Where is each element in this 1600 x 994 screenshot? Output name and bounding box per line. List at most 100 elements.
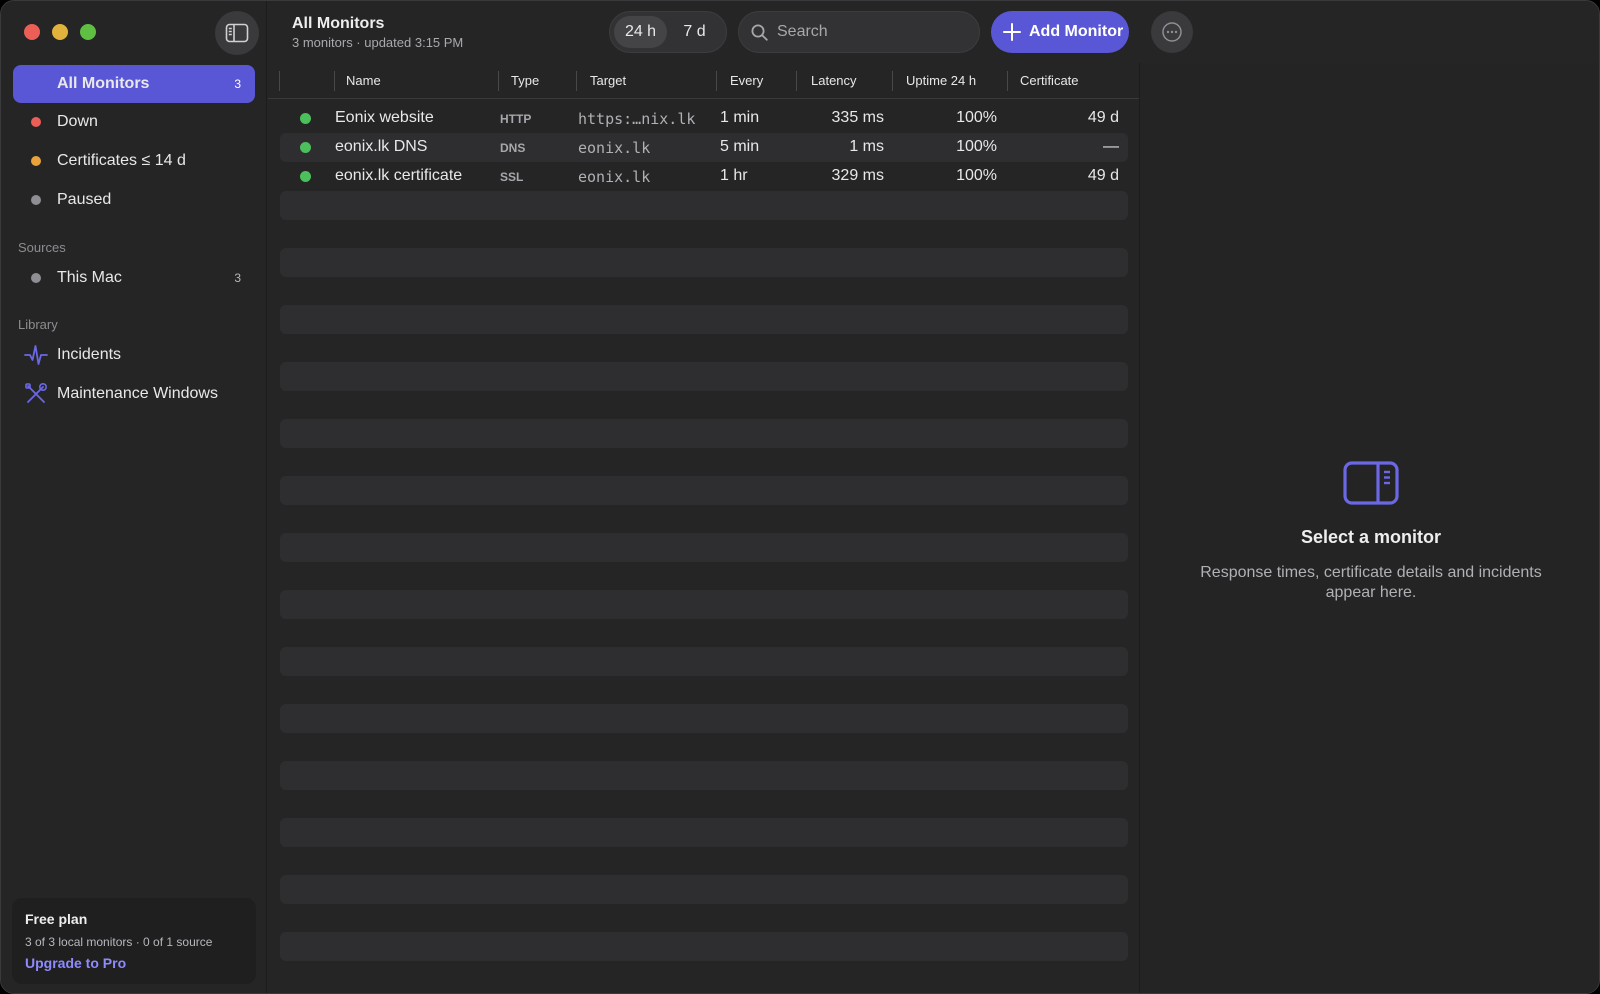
sidebar-item-label: All Monitors [57,75,150,92]
empty-row-stripe [280,647,1128,676]
empty-row-stripe [280,932,1128,961]
empty-row-stripe [280,419,1128,448]
search-icon [751,24,768,41]
detail-pane: Select a monitor Response times, certifi… [1139,63,1599,993]
cell-target: eonix.lk [578,139,651,157]
sources-heading: Sources [18,240,66,255]
empty-row-stripe [280,704,1128,733]
cell-uptime: 100% [956,138,997,155]
sidebar-item-count: 3 [234,271,241,285]
close-window-button[interactable] [24,24,40,40]
column-separator [279,71,280,91]
empty-row-stripe [280,476,1128,505]
empty-row-stripe [280,761,1128,790]
cell-uptime: 100% [956,167,997,184]
sidebar-item-label: Certificates ≤ 14 d [57,152,186,169]
page-title: All Monitors [292,15,385,32]
search-input[interactable] [777,12,973,52]
column-separator [1007,71,1008,91]
sidebar-item-count: 3 [234,77,241,91]
table-row[interactable]: Eonix website HTTP https:…nix.lk 1 min 3… [280,104,1128,133]
sidebar: All Monitors 3 Down Certificates ≤ 14 d … [1,1,267,993]
column-header-target[interactable]: Target [590,73,626,88]
sidebar-item-maintenance-windows[interactable]: Maintenance Windows [13,375,255,413]
cell-certificate: — [1103,138,1119,155]
cell-latency: 1 ms [849,138,884,155]
column-separator [892,71,893,91]
status-dot-gray [31,273,41,283]
status-dot-gray [31,195,41,205]
column-header-type[interactable]: Type [511,73,539,88]
table-row[interactable]: eonix.lk DNS DNS eonix.lk 5 min 1 ms 100… [280,133,1128,162]
cell-type: DNS [500,141,526,155]
inspector-panel-icon [1343,461,1399,505]
status-dot-up [300,142,311,153]
cell-latency: 335 ms [831,109,884,126]
column-separator [576,71,577,91]
column-separator [498,71,499,91]
page-subtitle: 3 monitors · updated 3:15 PM [292,35,464,50]
window-controls [24,24,96,40]
sidebar-icon [225,23,249,43]
sidebar-item-label: Down [57,113,98,130]
column-header-uptime[interactable]: Uptime 24 h [906,73,976,88]
sidebar-item-all-monitors[interactable]: All Monitors 3 [13,65,255,103]
monitors-table: Name Type Target Every Latency Uptime 24… [268,63,1139,993]
column-header-certificate[interactable]: Certificate [1020,73,1079,88]
toggle-sidebar-button[interactable] [215,11,259,55]
empty-state-description: Response times, certificate details and … [1200,564,1542,601]
sidebar-item-incidents[interactable]: Incidents [13,336,255,374]
cell-every: 5 min [720,138,760,155]
sidebar-item-certificates[interactable]: Certificates ≤ 14 d [13,142,255,180]
range-24h-button[interactable]: 24 h [614,16,668,48]
status-dot-orange [31,156,41,166]
more-options-button[interactable] [1151,11,1193,53]
empty-row-stripe [280,248,1128,277]
maximize-window-button[interactable] [80,24,96,40]
plan-title: Free plan [25,911,88,927]
empty-row-stripe [280,533,1128,562]
cell-every: 1 hr [720,167,748,184]
app-window: All Monitors 3 Down Certificates ≤ 14 d … [0,0,1600,994]
column-header-latency[interactable]: Latency [811,73,857,88]
table-row[interactable]: eonix.lk certificate SSL eonix.lk 1 hr 3… [280,162,1128,191]
table-header: Name Type Target Every Latency Uptime 24… [268,63,1139,99]
column-header-every[interactable]: Every [730,73,763,88]
sidebar-item-label: This Mac [57,269,122,286]
empty-row-stripe [280,590,1128,619]
waveform-icon [24,345,48,365]
column-separator [334,71,335,91]
cell-latency: 329 ms [831,167,884,184]
cell-target: https:…nix.lk [578,110,696,128]
cell-name: Eonix website [335,109,434,126]
library-heading: Library [18,317,58,332]
sidebar-item-paused[interactable]: Paused [13,181,255,219]
cell-uptime: 100% [956,109,997,126]
cell-type: SSL [500,170,524,184]
empty-row-stripe [280,362,1128,391]
status-dot-up [300,113,311,124]
upgrade-link[interactable]: Upgrade to Pro [25,955,126,971]
empty-row-stripe [280,875,1128,904]
column-separator [796,71,797,91]
sidebar-item-label: Maintenance Windows [57,385,218,402]
add-monitor-button[interactable]: Add Monitor [991,11,1129,53]
cell-name: eonix.lk DNS [335,138,428,155]
sidebar-item-down[interactable]: Down [13,103,255,141]
range-7d-button[interactable]: 7 d [667,16,722,48]
sidebar-item-label: Incidents [57,346,122,363]
sidebar-item-this-mac[interactable]: This Mac 3 [13,259,255,297]
status-dot-red [31,117,41,127]
column-separator [716,71,717,91]
cell-certificate: 49 d [1087,167,1119,184]
column-header-name[interactable]: Name [346,73,381,88]
search-field [738,11,980,53]
time-range-control: 24 h 7 d [609,11,727,53]
cell-name: eonix.lk certificate [335,167,463,184]
empty-state-title: Select a monitor [1300,527,1442,547]
minimize-window-button[interactable] [52,24,68,40]
cell-certificate: 49 d [1087,109,1119,126]
cell-type: HTTP [500,112,532,126]
plus-icon [1003,23,1021,41]
empty-row-stripe [280,191,1128,220]
